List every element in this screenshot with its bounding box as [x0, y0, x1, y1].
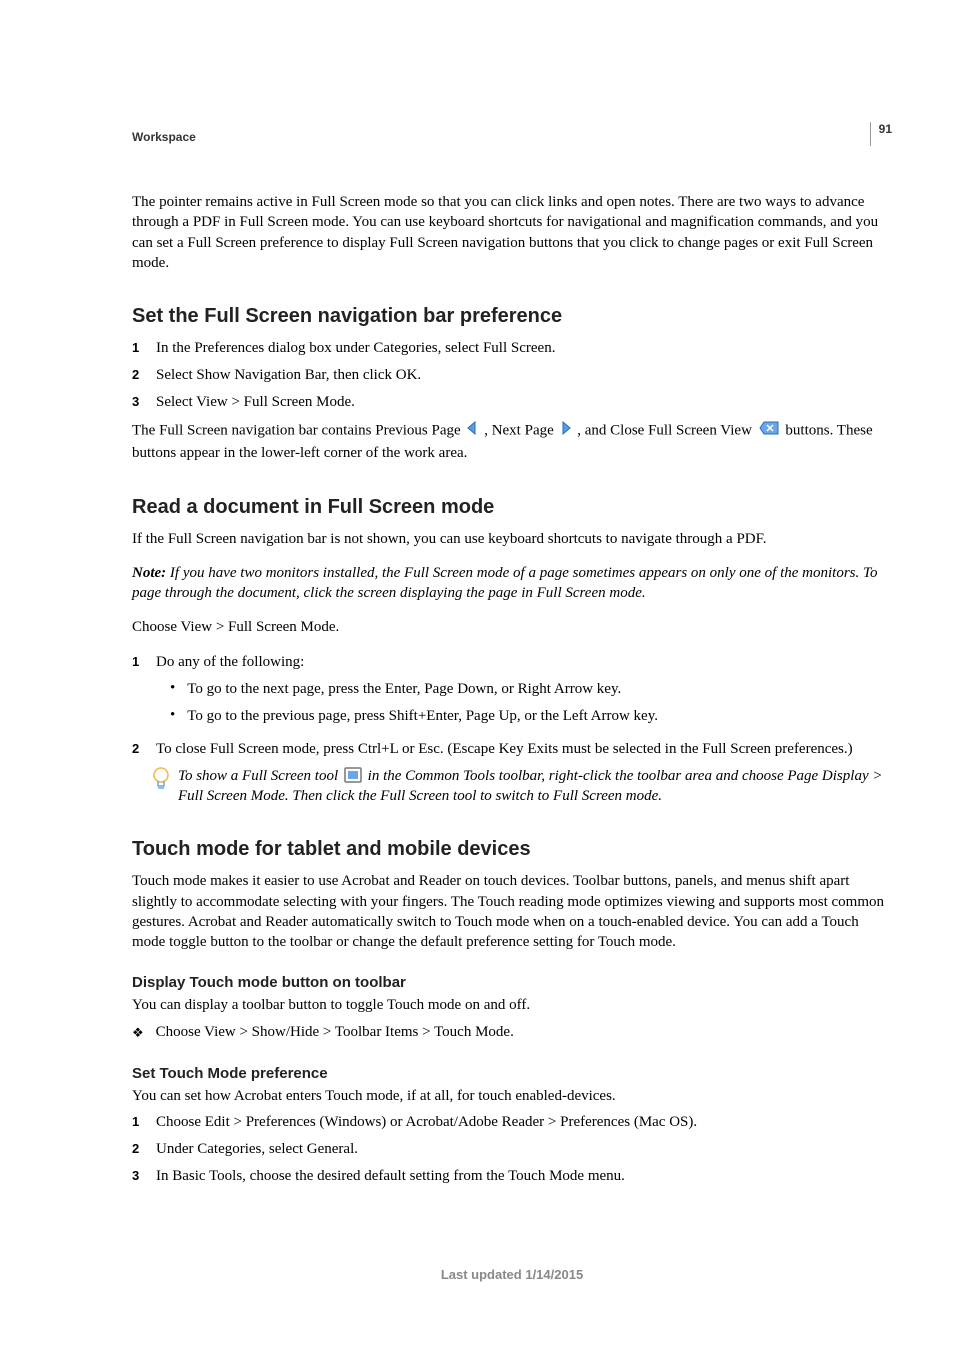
- step-text: Choose Edit > Preferences (Windows) or A…: [156, 1112, 892, 1133]
- list-item: 2 Under Categories, select General.: [132, 1139, 892, 1160]
- next-page-icon: [560, 421, 572, 441]
- heading-touch-mode: Touch mode for tablet and mobile devices: [132, 838, 892, 861]
- section-label: Workspace: [132, 130, 892, 144]
- steps-touch-pref: 1 Choose Edit > Preferences (Windows) or…: [132, 1112, 892, 1187]
- list-item: 3 Select View > Full Screen Mode.: [132, 392, 892, 413]
- list-item: 3 In Basic Tools, choose the desired def…: [132, 1166, 892, 1187]
- page-number: 91: [879, 122, 892, 136]
- step-number: 2: [132, 1139, 144, 1160]
- footer-last-updated: Last updated 1/14/2015: [132, 1267, 892, 1282]
- step-number: 1: [132, 338, 144, 359]
- bullet-text: To go to the next page, press the Enter,…: [187, 679, 621, 700]
- tip-block: To show a Full Screen tool in the Common…: [132, 766, 892, 807]
- sub-bullet-list: • To go to the next page, press the Enter…: [156, 679, 892, 727]
- close-fullscreen-icon: [758, 419, 780, 443]
- heading-read-fullscreen: Read a document in Full Screen mode: [132, 496, 892, 519]
- steps-read-fullscreen: 1 Do any of the following: • To go to the…: [132, 652, 892, 760]
- step-text: Do any of the following:: [156, 654, 304, 670]
- body-text: Touch mode makes it easier to use Acroba…: [132, 871, 892, 952]
- lightbulb-icon: [150, 766, 172, 792]
- step-number: 1: [132, 1112, 144, 1133]
- step-text: In Basic Tools, choose the desired defau…: [156, 1166, 892, 1187]
- list-item: 1 In the Preferences dialog box under Ca…: [132, 338, 892, 359]
- previous-page-icon: [466, 421, 478, 441]
- subheading-set-touch-pref: Set Touch Mode preference: [132, 1065, 892, 1082]
- step-number: 2: [132, 739, 144, 760]
- step-number: 3: [132, 392, 144, 413]
- step-text: To close Full Screen mode, press Ctrl+L …: [156, 739, 892, 760]
- list-item: • To go to the next page, press the Enter…: [156, 679, 892, 700]
- note-label: Note:: [132, 565, 170, 581]
- list-item: 2 Select Show Navigation Bar, then click…: [132, 365, 892, 386]
- list-item: 1 Do any of the following: • To go to the…: [132, 652, 892, 733]
- tip-text-pre: To show a Full Screen tool: [178, 768, 342, 784]
- step-number: 3: [132, 1166, 144, 1187]
- text-fragment: The Full Screen navigation bar contains …: [132, 423, 464, 439]
- step-text: Select Show Navigation Bar, then click O…: [156, 365, 892, 386]
- body-text: You can set how Acrobat enters Touch mod…: [132, 1086, 892, 1106]
- fullscreen-nav-description: The Full Screen navigation bar contains …: [132, 419, 892, 464]
- note-paragraph: Note: If you have two monitors installed…: [132, 563, 892, 604]
- fullscreen-tool-icon: [344, 766, 362, 786]
- step-number: 1: [132, 652, 144, 733]
- subheading-display-touch-button: Display Touch mode button on toolbar: [132, 974, 892, 991]
- single-step-list: ❖ Choose View > Show/Hide > Toolbar Item…: [132, 1022, 892, 1043]
- lozenge-bullet-icon: ❖: [132, 1022, 144, 1043]
- step-text: In the Preferences dialog box under Cate…: [156, 338, 892, 359]
- list-item: 1 Choose Edit > Preferences (Windows) or…: [132, 1112, 892, 1133]
- bullet-dot: •: [170, 706, 175, 727]
- body-text: If the Full Screen navigation bar is not…: [132, 529, 892, 549]
- steps-fullscreen-nav: 1 In the Preferences dialog box under Ca…: [132, 338, 892, 413]
- body-text: Choose View > Full Screen Mode.: [132, 617, 892, 637]
- step-text: Choose View > Show/Hide > Toolbar Items …: [156, 1022, 514, 1043]
- text-fragment: , Next Page: [484, 423, 557, 439]
- body-text: You can display a toolbar button to togg…: [132, 995, 892, 1015]
- bullet-text: To go to the previous page, press Shift+…: [187, 706, 658, 727]
- page-number-container: 91: [870, 122, 892, 146]
- step-text: Under Categories, select General.: [156, 1139, 892, 1160]
- heading-set-fullscreen-nav: Set the Full Screen navigation bar prefe…: [132, 305, 892, 328]
- list-item: • To go to the previous page, press Shift…: [156, 706, 892, 727]
- bullet-dot: •: [170, 679, 175, 700]
- step-text: Select View > Full Screen Mode.: [156, 392, 892, 413]
- list-item: 2 To close Full Screen mode, press Ctrl+…: [132, 739, 892, 760]
- text-fragment: , and Close Full Screen View: [577, 423, 755, 439]
- note-body: If you have two monitors installed, the …: [132, 565, 877, 601]
- step-number: 2: [132, 365, 144, 386]
- intro-paragraph: The pointer remains active in Full Scree…: [132, 192, 892, 273]
- list-item: ❖ Choose View > Show/Hide > Toolbar Item…: [132, 1022, 892, 1043]
